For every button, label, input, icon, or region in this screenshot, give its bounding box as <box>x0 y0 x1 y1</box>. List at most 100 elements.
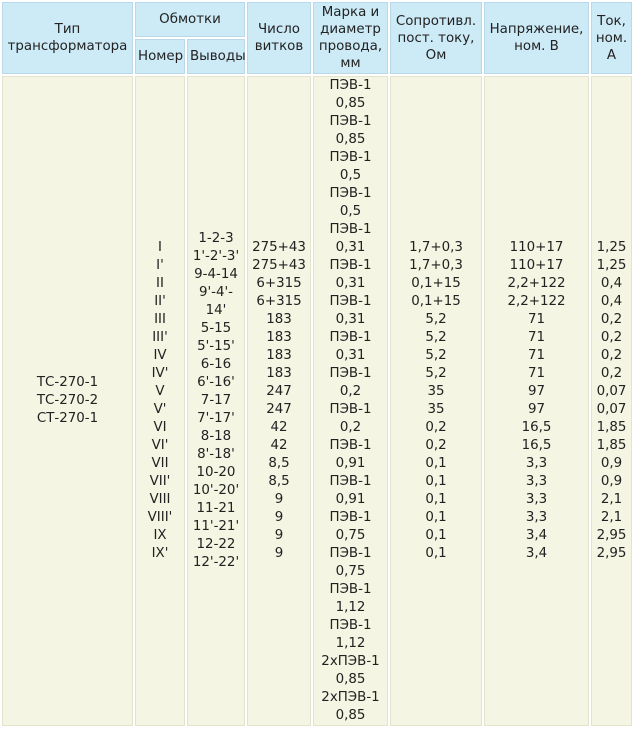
transformer-types-entry: СТ-270-1 <box>36 411 99 426</box>
resistance-entry: 5,2 <box>425 330 447 345</box>
wire-entry: 0,85 <box>335 132 366 147</box>
numbers-entry: IV <box>153 348 167 363</box>
cell-current: 1,25 1,25 0,4 0,4 0,2 0,2 0,2 0,2 0,07 0,07 1,85 1,… <box>591 76 632 726</box>
wire-entry: ПЭВ-1 <box>329 402 372 417</box>
terminals-entry: 8-18 <box>200 429 232 444</box>
voltage-entry: 110+17 <box>509 240 564 255</box>
wire-entry: ПЭВ-1 <box>329 366 372 381</box>
voltage-entry: 71 <box>527 330 546 345</box>
wire-entry: ПЭВ-1 <box>329 474 372 489</box>
numbers-entry: I' <box>156 258 164 273</box>
resistance-entry: 5,2 <box>425 366 447 381</box>
resistance-entry: 35 <box>427 402 445 417</box>
wire-entry: ПЭВ-1 <box>329 186 372 201</box>
transformer-winding-table: Тип трансформатора Обмотки Число витков … <box>0 0 634 728</box>
terminals-entry: 14' <box>205 303 227 318</box>
turns-entry: 8,5 <box>268 474 290 489</box>
voltage-entry: 110+17 <box>509 258 564 273</box>
cell-voltage: 110+17 110+17 2,2+122 2,2+122 71 71 71 71 97 97 16… <box>484 76 589 726</box>
turns-entry: 42 <box>270 420 288 435</box>
terminals-entry: 10-20 <box>196 465 236 480</box>
voltage-entry: 3,3 <box>525 474 548 489</box>
turns-entry: 9 <box>274 492 284 507</box>
voltage-entry: 71 <box>527 348 546 363</box>
wire-entry: ПЭВ-1 <box>329 438 372 453</box>
wire-entry: 0,75 <box>335 564 366 579</box>
cell-turns: 275+43 275+43 6+315 6+315 183 183 183 183 247 247… <box>247 76 311 726</box>
wire-entry: 0,85 <box>335 708 366 723</box>
turns-entry: 275+43 <box>252 258 306 273</box>
current-entry: 0,4 <box>600 276 623 291</box>
voltage-entry: 71 <box>527 312 546 327</box>
wire-entry: 0,31 <box>335 276 366 291</box>
current-entry: 0,2 <box>600 330 623 345</box>
numbers-entry: VIII <box>149 492 171 507</box>
terminals-entry: 5-15 <box>200 321 232 336</box>
resistance-entry: 0,1 <box>425 528 447 543</box>
turns-entry: 9 <box>274 528 284 543</box>
terminals-entry: 8'-18' <box>197 447 235 462</box>
current-entry: 0,4 <box>600 294 623 309</box>
current-entry: 1,85 <box>596 438 627 453</box>
terminals-entry: 11'-21' <box>192 519 240 534</box>
header-windings: Обмотки <box>135 2 245 37</box>
turns-entry: 183 <box>266 366 292 381</box>
terminals-entry: 7-17 <box>200 393 232 408</box>
terminals-entry: 5'-15' <box>197 339 235 354</box>
wire-entry: ПЭВ-1 <box>329 618 372 633</box>
resistance-entry: 5,2 <box>425 348 447 363</box>
terminals-entry: 6-16 <box>200 357 232 372</box>
turns-entry: 9 <box>274 510 284 525</box>
voltage-entry: 2,2+122 <box>507 294 566 309</box>
wire-entry: 1,12 <box>335 600 366 615</box>
wire-entry: 1,12 <box>335 636 366 651</box>
wire-entry: 0,2 <box>339 384 362 399</box>
turns-entry: 183 <box>266 312 292 327</box>
voltage-entry: 3,4 <box>525 528 548 543</box>
cell-transformer-types: ТС-270-1 ТС-270-2 СТ-270-1 <box>2 76 133 726</box>
numbers-entry: VII' <box>149 474 171 489</box>
voltage-entry: 3,4 <box>525 546 548 561</box>
current-entry: 0,2 <box>600 366 623 381</box>
voltage-entry: 2,2+122 <box>507 276 566 291</box>
wire-entry: ПЭВ-1 <box>329 294 372 309</box>
wire-entry: ПЭВ-1 <box>329 582 372 597</box>
wire-entry: 0,5 <box>339 168 362 183</box>
turns-entry: 247 <box>266 384 292 399</box>
resistance-entry: 0,1+15 <box>411 276 461 291</box>
terminals-entry: 9-4-14 <box>194 267 238 282</box>
cell-resistance: 1,7+0,3 1,7+0,3 0,1+15 0,1+15 5,2 5,2 5,2 5,2 35… <box>390 76 482 726</box>
header-terminals: Выводы <box>187 39 246 74</box>
numbers-entry: V' <box>153 402 167 417</box>
resistance-entry: 35 <box>427 384 445 399</box>
wire-entry: ПЭВ-1 <box>329 546 372 561</box>
wire-entry: ПЭВ-1 <box>329 330 372 345</box>
resistance-entry: 0,1 <box>425 492 447 507</box>
current-entry: 2,95 <box>596 528 627 543</box>
header-resistance: Сопротивл. пост. току, Ом <box>390 2 482 74</box>
numbers-entry: II <box>156 276 164 291</box>
resistance-entry: 5,2 <box>425 312 447 327</box>
current-entry: 0,9 <box>600 456 623 471</box>
voltage-entry: 97 <box>527 384 546 399</box>
wire-entry: 0,31 <box>335 348 366 363</box>
numbers-entry: IX' <box>151 546 169 561</box>
turns-entry: 42 <box>270 438 288 453</box>
terminals-entry: 12'-22' <box>192 555 240 570</box>
header-voltage: Напряжение, ном. В <box>484 2 589 74</box>
turns-entry: 183 <box>266 348 292 363</box>
current-entry: 2,1 <box>600 492 623 507</box>
numbers-entry: VIII' <box>147 510 173 525</box>
current-entry: 0,07 <box>596 402 627 417</box>
wire-entry: 0,85 <box>335 672 366 687</box>
turns-entry: 247 <box>266 402 292 417</box>
table-row: ТС-270-1 ТС-270-2 СТ-270-1 I I' II II' III III'… <box>2 76 632 726</box>
terminals-entry: 6'-16' <box>197 375 235 390</box>
current-entry: 0,9 <box>600 474 623 489</box>
voltage-entry: 97 <box>527 402 546 417</box>
wire-entry: 0,85 <box>335 96 366 111</box>
terminals-entry: 11-21 <box>196 501 236 516</box>
current-entry: 2,1 <box>600 510 623 525</box>
wire-entry: ПЭВ-1 <box>329 150 372 165</box>
cell-terminals: 1-2-3 1'-2'-3' 9-4-14 9'-4'- 14' 5-15 5'-15' 6-… <box>187 76 245 726</box>
